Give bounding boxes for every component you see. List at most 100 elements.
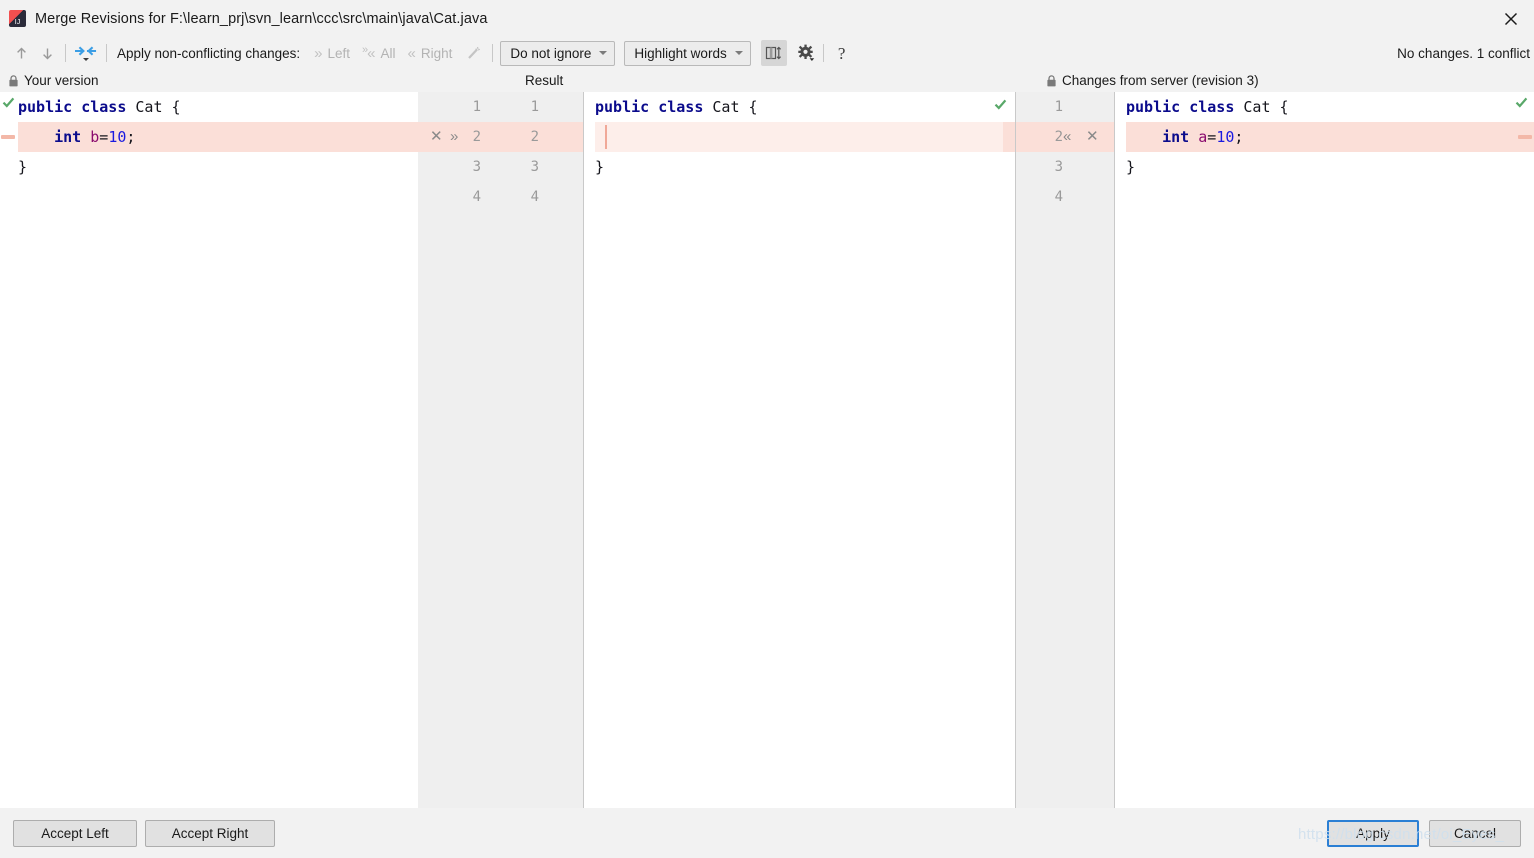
right-gutter: 1 2 « ✕ 3 4 [1015,92,1115,808]
highlight-policy-value: Highlight words [634,45,727,61]
left-line-number: 2 [472,129,481,145]
close-icon[interactable] [1488,0,1534,37]
result-line-number: 2 [530,129,539,145]
code-line: } [595,152,1015,182]
toolbar-separator [65,44,66,62]
title-bar: Merge Revisions for F:\learn_prj\svn_lea… [0,0,1534,37]
double-chevron-left-icon: « [407,44,416,62]
right-line-number: 3 [1054,159,1063,175]
code-line [595,122,1015,152]
right-line-number: 2 [1054,129,1063,145]
apply-right-label: Right [420,45,453,61]
double-chevron-both-icon: » « [362,43,376,62]
code-token: = [99,128,109,146]
ignore-policy-value: Do not ignore [510,45,592,61]
apply-left-label: Left [327,45,350,61]
watermark-text: https://blog.csdn.net/oi_Eyes_ [1298,826,1505,843]
arrow-down-icon [42,48,52,59]
code-token: public [18,98,73,116]
right-panel-title: Changes from server (revision 3) [1062,73,1259,88]
code-token: } [1126,158,1136,176]
gutter-row: 44 [418,182,583,212]
settings-button[interactable] [793,40,821,66]
code-token: a [1198,128,1208,146]
code-token: } [18,158,28,176]
apply-nonconflicting-label: Apply non-conflicting changes: [117,45,301,61]
left-line-number: 3 [472,159,481,175]
lock-icon-2 [1047,74,1056,86]
revert-conflict-button: ✕ [430,128,443,145]
right-line-number: 1 [1054,99,1063,115]
window-title: Merge Revisions for F:\learn_prj\svn_lea… [35,10,488,27]
chevron-down-icon-2 [734,51,743,55]
result-check-icon [994,99,1007,110]
right-line-number: 4 [1054,189,1063,205]
editors-region: public class Cat { int b=10;} 1 1 ✕» 2 2 3 3 4 4… [0,92,1534,808]
result-conflict-stripe [1003,122,1015,152]
code-token: int [54,128,82,146]
accept-left-change-button: » [450,128,459,145]
code-token: 10 [108,128,127,146]
toolbar-separator-3 [492,44,494,62]
intellij-idea-icon [9,10,26,27]
double-chevron-right-icon: » [314,44,323,62]
gutter-row-right: 1 [1016,92,1114,122]
code-token: public [595,98,650,116]
text-caret [605,125,607,149]
code-token: = [1207,128,1217,146]
left-gutter: 1 1 ✕ » 2 2 3 3 4 4 [418,92,584,808]
result-code[interactable]: public class Cat {} [584,92,1015,212]
accept-left-button[interactable]: Accept Left [13,820,137,847]
previous-difference-button[interactable] [8,40,34,66]
code-token: { [739,98,758,116]
gutter-row: 33 [418,152,583,182]
apply-both-arrows-icon[interactable] [71,40,101,66]
accept-right-button[interactable]: Accept Right [145,820,275,847]
gear-icon [798,44,815,61]
merge-revisions-dialog: Merge Revisions for F:\learn_prj\svn_lea… [0,0,1534,858]
code-token: } [595,158,605,176]
code-line: public class Cat { [18,92,418,122]
expand-collapse-icon [766,46,782,60]
panel-headers: Your version Result Changes from server … [0,69,1534,92]
left-line-number: 4 [472,189,481,205]
code-line: } [18,152,418,182]
left-code[interactable]: public class Cat { int b=10;} [0,92,418,212]
apply-all-button[interactable]: » « All [356,44,401,63]
gutter-row-right: 2 « ✕ [1016,122,1114,152]
right-code[interactable]: public class Cat { int a=10;} [1115,92,1534,212]
code-line: public class Cat { [1126,92,1534,122]
code-token: int [1162,128,1190,146]
toolbar-separator-4 [822,44,824,62]
code-token: ; [1234,128,1244,146]
left-panel-header: Your version [8,69,99,92]
help-button[interactable]: ? [829,40,855,66]
code-token: ; [126,128,136,146]
gutter-row-right: 4 [1016,182,1114,212]
center-panel-title: Result [525,73,564,88]
ignore-policy-dropdown[interactable]: Do not ignore [500,40,616,66]
result-line-number: 1 [530,99,539,115]
magic-wand-icon[interactable] [460,40,486,66]
right-editor[interactable]: public class Cat { int a=10;} [1115,92,1534,808]
apply-left-button[interactable]: » Left [308,44,356,63]
next-difference-button[interactable] [34,40,60,66]
result-editor[interactable]: public class Cat {} [584,92,1015,808]
code-line: } [1126,152,1534,182]
toolbar-separator-2 [106,44,107,62]
collapse-unchanged-toggle[interactable] [760,40,787,66]
highlight-policy-dropdown[interactable]: Highlight words [624,40,751,66]
diff-toolbar: Apply non-conflicting changes: » Left » «… [0,37,1534,69]
code-token: public [1126,98,1181,116]
apply-right-button[interactable]: « Right [401,44,458,63]
code-token: class [658,98,704,116]
gutter-row-right: 3 [1016,152,1114,182]
gutter-row: 11 [418,92,583,122]
code-token: { [162,98,181,116]
left-editor[interactable]: public class Cat { int b=10;} [0,92,418,808]
